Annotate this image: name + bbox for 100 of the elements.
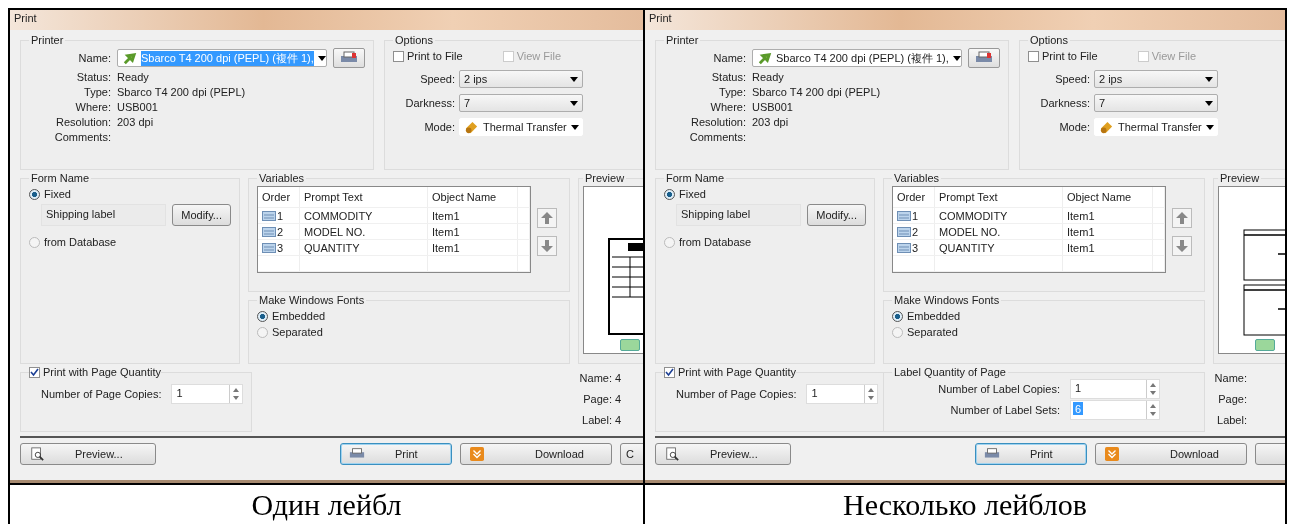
field-value: Sbarco T4 200 dpi (PEPL) [117, 86, 247, 98]
printer-properties-button[interactable] [333, 48, 365, 68]
list-row-icon [262, 242, 276, 253]
preview-nav-button[interactable] [1255, 339, 1275, 351]
arrow-up-icon [1176, 212, 1188, 224]
radio-label[interactable]: from Database [44, 236, 117, 248]
field-label: Name: [712, 52, 746, 64]
move-up-button[interactable] [1172, 208, 1192, 228]
caret-icon [1205, 100, 1213, 106]
modify-button[interactable]: Modify... [807, 204, 866, 226]
group-title: Preview [584, 172, 626, 184]
dropdown[interactable]: Thermal Transfer [459, 118, 583, 136]
radio-button[interactable] [892, 310, 903, 322]
radio-button[interactable] [257, 326, 268, 338]
radio-button[interactable] [29, 236, 40, 248]
dropdown[interactable]: 7 [1094, 94, 1218, 112]
printer-dropdown[interactable]: Sbarco T4 200 dpi (PEPL) (複件 1), [752, 49, 962, 67]
plain-button[interactable]: C [620, 443, 643, 465]
field-label: Mode: [423, 121, 455, 133]
column-header[interactable]: Prompt Text [935, 187, 1063, 207]
field-label: Type: [718, 86, 746, 98]
printer-icon [984, 447, 1000, 461]
dropdown[interactable]: Thermal Transfer [1094, 118, 1218, 136]
field-label: Number of Page Copies: [676, 387, 797, 400]
spin-arrows-icon [1146, 380, 1159, 398]
group-title: Make Windows Fonts [258, 294, 366, 306]
printer-icon [340, 51, 358, 65]
radio-label[interactable]: Fixed [679, 188, 706, 200]
column-header[interactable]: Order [893, 187, 935, 207]
dropdown[interactable]: 7 [459, 94, 583, 112]
group-title: Label Quantity of Page [893, 366, 1007, 378]
download-button[interactable]: Download [460, 443, 612, 465]
field-label: Type: [83, 86, 111, 98]
field-label: Darkness: [404, 97, 455, 109]
move-up-button[interactable] [537, 208, 557, 228]
radio-label[interactable]: Embedded [272, 310, 326, 322]
column-header[interactable]: Prompt Text [300, 187, 428, 207]
checkbox-label[interactable]: Print to File [407, 50, 463, 62]
checkbox[interactable] [664, 366, 675, 378]
magnifier-page-icon [29, 447, 45, 461]
field-value: Sbarco T4 200 dpi (PEPL) [752, 86, 882, 98]
number-spinner[interactable]: 1 [1070, 379, 1160, 399]
ribbon-roll-icon [464, 119, 479, 135]
print-button[interactable]: Print [340, 443, 452, 465]
table-cell: Item1 [1063, 224, 1153, 239]
arrow-up-icon [541, 212, 553, 224]
checkbox[interactable] [1028, 50, 1039, 62]
dropdown[interactable]: 2 ips [1094, 70, 1218, 88]
table-cell: 1 [912, 209, 919, 222]
group-title: Form Name [665, 172, 726, 184]
group-title: Printer [30, 34, 65, 46]
radio-button[interactable] [29, 188, 40, 200]
field-label: Comments: [688, 131, 746, 143]
print-button[interactable]: Print [975, 443, 1087, 465]
table-cell: MODEL NO. [935, 224, 1063, 239]
printer-properties-button[interactable] [968, 48, 1000, 68]
info-label: Label: [581, 414, 612, 428]
radio-label[interactable]: Separated [272, 326, 323, 338]
checkbox-label[interactable]: Print with Page Quantity [678, 366, 796, 378]
checkbox[interactable] [29, 366, 40, 378]
table-cell: 3 [277, 241, 284, 254]
form-name-field: Shipping label [41, 204, 167, 226]
checkbox[interactable] [393, 50, 404, 62]
field-value: Ready [117, 71, 150, 83]
column-header[interactable]: Object Name [1063, 187, 1153, 207]
preview-nav-button[interactable] [620, 339, 640, 351]
spin-arrows-icon [1146, 401, 1159, 419]
caret-icon [570, 100, 578, 106]
magnifier-page-icon [664, 447, 680, 461]
radio-button[interactable] [257, 310, 268, 322]
number-spinner[interactable]: 1 [806, 383, 879, 404]
caret-icon [570, 76, 578, 82]
preview-button[interactable]: Preview... [20, 443, 156, 465]
download-button[interactable]: Download [1095, 443, 1247, 465]
radio-button[interactable] [664, 236, 675, 248]
dropdown[interactable]: 2 ips [459, 70, 583, 88]
checkbox-label[interactable]: Print with Page Quantity [43, 366, 161, 378]
move-down-button[interactable] [1172, 236, 1192, 256]
radio-label[interactable]: Fixed [44, 188, 71, 200]
preview-button[interactable]: Preview... [655, 443, 791, 465]
radio-button[interactable] [664, 188, 675, 200]
table-cell: 1 [277, 209, 284, 222]
column-header[interactable]: Object Name [428, 187, 518, 207]
info-value: 4 [615, 414, 623, 428]
modify-button[interactable]: Modify... [172, 204, 231, 226]
caret-icon [317, 55, 326, 61]
table-cell: Item1 [428, 208, 518, 223]
number-spinner[interactable]: 1 [171, 383, 244, 404]
radio-label[interactable]: from Database [679, 236, 752, 248]
move-down-button[interactable] [537, 236, 557, 256]
group-title: Form Name [30, 172, 91, 184]
radio-label[interactable]: Embedded [907, 310, 961, 322]
radio-label[interactable]: Separated [907, 326, 958, 338]
arrow-down-icon [541, 240, 553, 252]
list-row-icon [262, 226, 276, 237]
download-icon [1104, 447, 1120, 461]
checkbox-label[interactable]: Print to File [1042, 50, 1098, 62]
group-title: Variables [258, 172, 306, 184]
column-header[interactable]: Order [258, 187, 300, 207]
radio-button[interactable] [892, 326, 903, 338]
